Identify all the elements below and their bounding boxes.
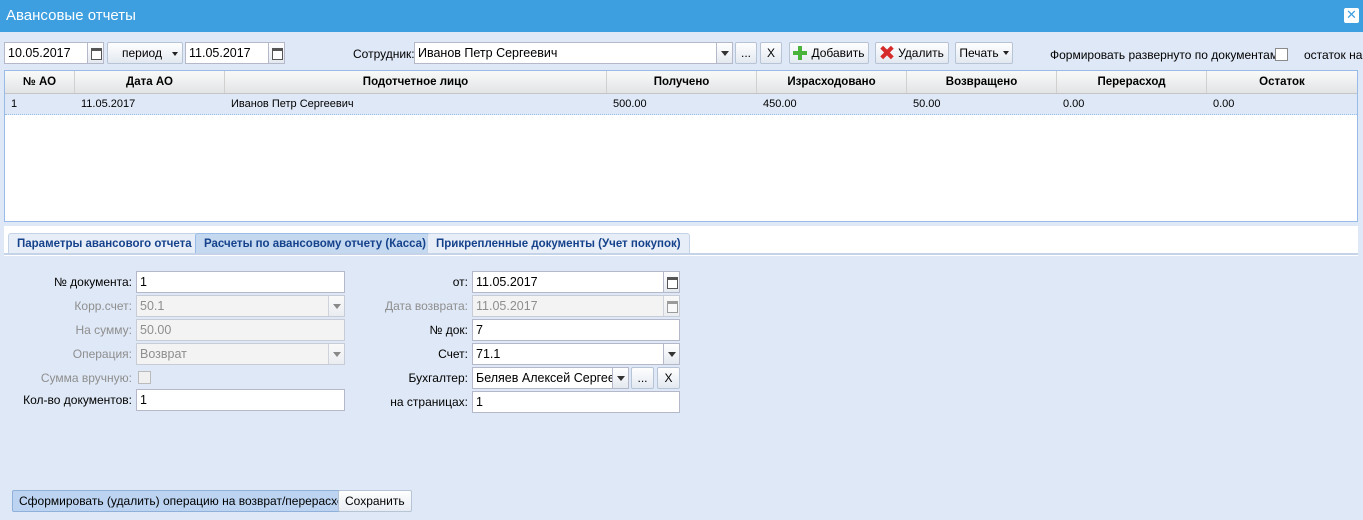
tab-attached-docs[interactable]: Прикрепленные документы (Учет покупок) bbox=[427, 233, 690, 255]
cell-balance: 0.00 bbox=[1213, 98, 1235, 110]
employee-combo[interactable]: Иванов Петр Сергеевич bbox=[414, 42, 733, 64]
sum-field: 50.00 bbox=[136, 319, 345, 341]
date-to-field[interactable]: 11.05.2017 bbox=[185, 42, 285, 64]
tab-divider bbox=[4, 253, 1358, 255]
plus-icon bbox=[793, 46, 808, 60]
docs-count-field[interactable]: 1 bbox=[136, 389, 345, 411]
accountant-combo[interactable]: Беляев Алексей Сергеевич bbox=[472, 367, 629, 389]
employee-select-button[interactable]: ... bbox=[735, 42, 757, 64]
account-label: Счет: bbox=[438, 347, 468, 361]
cell-overspend: 0.00 bbox=[1063, 98, 1085, 110]
print-label: Печать bbox=[959, 46, 999, 60]
window-titlebar: Авансовые отчеты ✕ bbox=[0, 0, 1363, 32]
chevron-down-icon[interactable] bbox=[612, 368, 628, 388]
cell-person: Иванов Петр Сергеевич bbox=[231, 98, 354, 110]
operation-label: Операция: bbox=[72, 347, 132, 361]
accountant-clear-button[interactable]: X bbox=[657, 367, 680, 389]
tab-cash-settlements[interactable]: Расчеты по авансовому отчету (Касса) bbox=[195, 233, 435, 255]
column-header[interactable]: Остаток bbox=[1207, 71, 1357, 93]
expand-by-docs-checkbox[interactable] bbox=[1275, 48, 1288, 61]
sum-label: На сумму: bbox=[75, 323, 132, 337]
account-combo[interactable]: 71.1 bbox=[472, 343, 680, 365]
manual-sum-label: Сумма вручную: bbox=[40, 371, 132, 385]
tab-strip: Параметры авансового отчета Расчеты по а… bbox=[4, 226, 1358, 256]
employee-clear-button[interactable]: X bbox=[760, 42, 782, 64]
employee-value: Иванов Петр Сергеевич bbox=[418, 46, 558, 60]
column-header[interactable]: Дата АО bbox=[75, 71, 225, 93]
corr-account-combo: 50.1 bbox=[136, 295, 345, 317]
column-header[interactable]: Возвращено bbox=[907, 71, 1057, 93]
from-date-label: от: bbox=[452, 275, 468, 289]
expand-by-docs-label: Формировать развернуто по документам: bbox=[1050, 48, 1282, 62]
manual-sum-checkbox bbox=[138, 371, 151, 384]
period-button[interactable]: период bbox=[107, 42, 183, 64]
operation-value: Возврат bbox=[140, 347, 187, 361]
toolbar: 10.05.2017 период 11.05.2017 Сотрудник: … bbox=[0, 32, 1363, 70]
column-header[interactable]: Подотчетное лицо bbox=[225, 71, 607, 93]
chevron-down-icon[interactable] bbox=[716, 43, 732, 63]
return-date-value: 11.05.2017 bbox=[476, 299, 538, 313]
operation-combo: Возврат bbox=[136, 343, 345, 365]
add-button[interactable]: Добавить bbox=[789, 42, 869, 64]
tab-report-params[interactable]: Параметры авансового отчета bbox=[8, 233, 201, 255]
pages-field[interactable]: 1 bbox=[472, 391, 680, 413]
corr-account-label: Корр.счет: bbox=[74, 299, 132, 313]
employee-label: Сотрудник: bbox=[353, 47, 415, 61]
doc-num-field[interactable]: 7 bbox=[472, 319, 680, 341]
delete-button[interactable]: Удалить bbox=[875, 42, 949, 64]
account-value: 71.1 bbox=[476, 347, 501, 361]
remainder-label: остаток на bbox=[1304, 48, 1363, 62]
table-row[interactable]: 1 11.05.2017 Иванов Петр Сергеевич 500.0… bbox=[5, 94, 1357, 115]
docs-count-label: Кол-во документов: bbox=[23, 393, 132, 407]
cell-date: 11.05.2017 bbox=[81, 98, 136, 110]
date-from-field[interactable]: 10.05.2017 bbox=[4, 42, 104, 64]
cell-spent: 450.00 bbox=[763, 98, 797, 110]
from-date-field[interactable]: 11.05.2017 bbox=[472, 271, 680, 293]
column-header[interactable]: Перерасход bbox=[1057, 71, 1207, 93]
cell-received: 500.00 bbox=[613, 98, 647, 110]
chevron-down-icon[interactable] bbox=[663, 344, 679, 364]
advance-reports-grid: № АО Дата АО Подотчетное лицо Получено И… bbox=[4, 70, 1358, 222]
return-date-label: Дата возврата: bbox=[384, 299, 468, 313]
print-button[interactable]: Печать bbox=[955, 42, 1013, 64]
date-from-value: 10.05.2017 bbox=[8, 46, 71, 60]
cell-no: 1 bbox=[11, 98, 18, 110]
delete-icon bbox=[880, 46, 893, 59]
doc-no-field[interactable]: 1 bbox=[136, 271, 345, 293]
add-label: Добавить bbox=[811, 46, 865, 60]
from-date-value: 11.05.2017 bbox=[476, 275, 538, 289]
cell-returned: 50.00 bbox=[913, 98, 941, 110]
column-header[interactable]: Получено bbox=[607, 71, 757, 93]
caret-down-icon bbox=[1002, 51, 1009, 55]
period-label: период bbox=[122, 46, 162, 60]
column-header[interactable]: Израсходовано bbox=[757, 71, 907, 93]
doc-no-label: № документа: bbox=[53, 275, 132, 289]
date-to-value: 11.05.2017 bbox=[189, 46, 251, 60]
calendar-icon[interactable] bbox=[87, 43, 103, 63]
grid-header: № АО Дата АО Подотчетное лицо Получено И… bbox=[5, 71, 1357, 94]
calendar-icon bbox=[663, 296, 679, 316]
doc-num-label: № док: bbox=[429, 323, 468, 337]
pages-label: на страницах: bbox=[390, 395, 468, 409]
form-operation-button[interactable]: Сформировать (удалить) операцию на возвр… bbox=[12, 490, 358, 512]
calendar-icon[interactable] bbox=[663, 272, 679, 292]
accountant-value: Беляев Алексей Сергеевич bbox=[476, 371, 629, 385]
accountant-select-button[interactable]: ... bbox=[631, 367, 654, 389]
corr-account-value: 50.1 bbox=[140, 299, 165, 313]
close-icon[interactable]: ✕ bbox=[1344, 8, 1359, 23]
accountant-label: Бухгалтер: bbox=[408, 371, 468, 385]
caret-down-icon bbox=[172, 52, 178, 56]
delete-label: Удалить bbox=[898, 46, 944, 60]
window-title: Авансовые отчеты bbox=[6, 7, 136, 24]
return-date-field: 11.05.2017 bbox=[472, 295, 680, 317]
calendar-icon[interactable] bbox=[268, 43, 284, 63]
save-button[interactable]: Сохранить bbox=[338, 490, 412, 512]
column-header[interactable]: № АО bbox=[5, 71, 75, 93]
